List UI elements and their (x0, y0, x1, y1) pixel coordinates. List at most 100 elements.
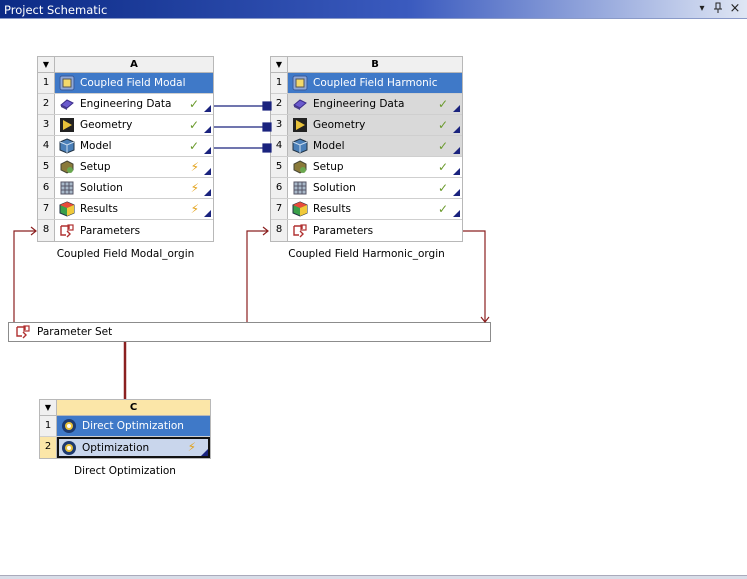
row-cell[interactable]: Solution ✓ (288, 178, 462, 198)
system-c-row-direct-optimization[interactable]: 1 Direct Optimization (40, 416, 210, 437)
pin-icon[interactable] (711, 2, 725, 16)
row-cell[interactable]: Solution ⚡ (55, 178, 213, 198)
param-link-a-arrow (30, 226, 37, 236)
cell-corner-indicator-icon (453, 210, 460, 217)
bottom-border (0, 575, 747, 579)
modal-system-icon (59, 75, 75, 91)
system-b-header: ▼ B (271, 57, 462, 73)
row-cell[interactable]: Geometry ✓ (55, 115, 213, 135)
row-cell[interactable]: Results ⚡ (55, 199, 213, 219)
parameter-set-bar[interactable]: Parameter Set (8, 322, 491, 342)
row-number: 3 (38, 115, 55, 135)
system-b-row-model[interactable]: 4 Model ✓ (271, 136, 462, 157)
system-b-row-setup[interactable]: 5 Setup ✓ (271, 157, 462, 178)
row-label: Parameters (80, 224, 141, 237)
system-c[interactable]: ▼ C 1 Direct Optimization 2 Optimization ⚡ (39, 399, 211, 459)
system-a-row-solution[interactable]: 6 Solution ⚡ (38, 178, 213, 199)
row-cell[interactable]: Model ✓ (288, 136, 462, 156)
system-b-caption: Coupled Field Harmonic_orgin (288, 248, 445, 260)
row-label: Results (80, 203, 118, 215)
row-cell[interactable]: Coupled Field Modal (55, 73, 213, 93)
model-icon (292, 138, 308, 154)
row-cell[interactable]: Results ✓ (288, 199, 462, 219)
row-number: 1 (271, 73, 288, 93)
system-c-caption: Direct Optimization (74, 465, 176, 477)
system-b-row-results[interactable]: 7 Results ✓ (271, 199, 462, 220)
row-label: Model (80, 140, 112, 152)
row-number: 8 (271, 220, 288, 241)
setup-icon (60, 160, 74, 174)
row-cell[interactable]: Engineering Data ✓ (55, 94, 213, 114)
parameters-icon (293, 223, 307, 237)
system-b-row-geometry[interactable]: 3 Geometry ✓ (271, 115, 462, 136)
row-number: 4 (271, 136, 288, 156)
panel-titlebar: Project Schematic ▾ × (0, 0, 747, 19)
row-number: 6 (38, 178, 55, 198)
up-to-date-check-icon: ✓ (437, 202, 448, 216)
row-number: 8 (38, 220, 55, 241)
parameter-set-icon (16, 325, 30, 339)
row-label: Direct Optimization (82, 420, 184, 432)
row-cell[interactable]: Engineering Data ✓ (288, 94, 462, 114)
row-label: Engineering Data (80, 98, 172, 110)
system-a-row-setup[interactable]: 5 Setup ⚡ (38, 157, 213, 178)
row-label: Setup (80, 161, 111, 173)
system-a-row-engineering-data[interactable]: 2 Engineering Data ✓ (38, 94, 213, 115)
row-number: 2 (271, 94, 288, 114)
row-number: 5 (38, 157, 55, 177)
parameter-set-label: Parameter Set (37, 326, 113, 338)
results-icon (59, 201, 75, 217)
row-cell[interactable]: Setup ✓ (288, 157, 462, 177)
up-to-date-check-icon: ✓ (437, 181, 448, 195)
cell-corner-indicator-icon (204, 147, 211, 154)
refresh-required-bolt-icon: ⚡ (187, 440, 196, 454)
row-label: Geometry (313, 119, 366, 131)
system-a-row-parameters[interactable]: 8 Parameters (38, 220, 213, 241)
solution-icon (293, 181, 307, 195)
system-c-menu-icon[interactable]: ▼ (40, 400, 57, 415)
cell-corner-indicator-icon (204, 168, 211, 175)
system-a-row-geometry[interactable]: 3 Geometry ✓ (38, 115, 213, 136)
parameters-icon (60, 223, 74, 237)
cell-corner-indicator-icon (453, 105, 460, 112)
cell-corner-indicator-icon (204, 126, 211, 133)
row-cell[interactable]: Geometry ✓ (288, 115, 462, 135)
row-number: 2 (38, 94, 55, 114)
dropdown-icon[interactable]: ▾ (695, 2, 709, 16)
system-a-row-coupled-field-modal[interactable]: 1 Coupled Field Modal (38, 73, 213, 94)
up-to-date-check-icon: ✓ (188, 118, 199, 132)
row-cell[interactable]: Optimization ⚡ (57, 437, 210, 458)
system-a-row-model[interactable]: 4 Model ✓ (38, 136, 213, 157)
row-label: Coupled Field Modal (80, 77, 186, 89)
cell-corner-indicator-icon (453, 168, 460, 175)
setup-icon (293, 160, 307, 174)
row-number: 1 (38, 73, 55, 93)
system-b-row-coupled-field-harmonic[interactable]: 1 Coupled Field Harmonic (271, 73, 462, 94)
system-c-row-optimization[interactable]: 2 Optimization ⚡ (40, 437, 210, 458)
row-label: Solution (313, 182, 356, 194)
system-b-menu-icon[interactable]: ▼ (271, 57, 288, 72)
system-b-row-solution[interactable]: 6 Solution ✓ (271, 178, 462, 199)
model-icon (59, 138, 75, 154)
results-icon (292, 201, 308, 217)
system-a-menu-icon[interactable]: ▼ (38, 57, 55, 72)
system-b[interactable]: ▼ B 1 Coupled Field Harmonic 2 Engineering … (270, 56, 463, 242)
row-number: 4 (38, 136, 55, 156)
row-cell[interactable]: Parameters (288, 220, 462, 241)
system-a-letter: A (130, 59, 138, 70)
close-icon[interactable]: × (728, 2, 742, 16)
solution-icon (60, 181, 74, 195)
row-cell[interactable]: Parameters (55, 220, 213, 241)
system-b-row-engineering-data[interactable]: 2 Engineering Data ✓ (271, 94, 462, 115)
row-cell[interactable]: Direct Optimization (57, 416, 210, 436)
row-number: 7 (271, 199, 288, 219)
row-cell[interactable]: Setup ⚡ (55, 157, 213, 177)
row-number: 6 (271, 178, 288, 198)
row-cell[interactable]: Coupled Field Harmonic (288, 73, 462, 93)
row-cell[interactable]: Model ✓ (55, 136, 213, 156)
system-a[interactable]: ▼ A 1 Coupled Field Modal 2 Engineering Dat… (37, 56, 214, 242)
row-label: Optimization (82, 441, 150, 454)
harmonic-system-icon (292, 75, 308, 91)
system-a-row-results[interactable]: 7 Results ⚡ (38, 199, 213, 220)
system-b-row-parameters[interactable]: 8 Parameters (271, 220, 462, 241)
